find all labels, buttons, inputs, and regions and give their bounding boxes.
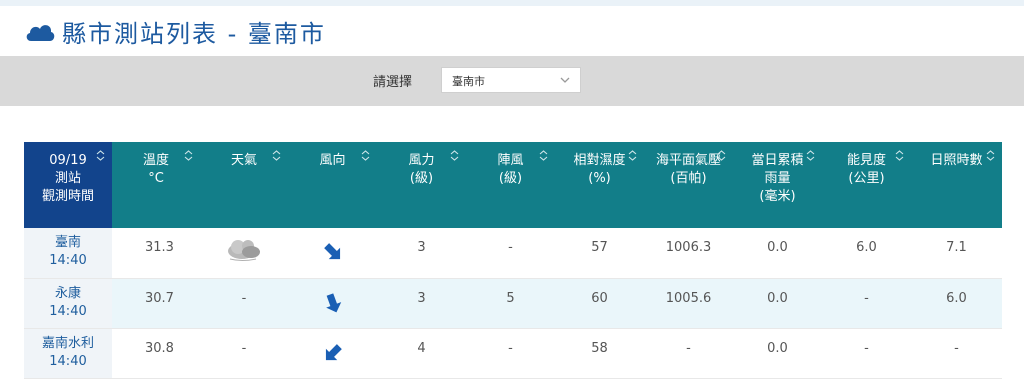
sort-icon[interactable] <box>272 150 281 161</box>
weather-cell: - <box>200 328 288 379</box>
observation-time: 14:40 <box>49 253 87 268</box>
visibility-cell: 6.0 <box>822 228 911 279</box>
weather-cell <box>200 228 288 279</box>
header-pressure[interactable]: 海平面氣壓 (百帕) <box>644 142 733 228</box>
station-name-link[interactable]: 永康 <box>25 285 111 303</box>
weather-cell: - <box>200 278 288 329</box>
header-label-line: (級) <box>409 171 434 186</box>
gust-cell: 5 <box>466 278 555 329</box>
wind-direction-cell <box>288 228 377 279</box>
cloudy-icon <box>228 240 260 261</box>
pressure-cell: - <box>644 328 733 379</box>
table-row: 嘉南水利 14:40 30.8-4-58-0.0- - <box>24 328 1002 379</box>
table-row: 永康 14:40 30.7-3 5 60 1005.6 0.0-6.0 <box>24 278 1002 329</box>
sort-icon[interactable] <box>628 150 637 161</box>
page-title: 縣市測站列表 - 臺南市 <box>62 20 326 48</box>
header-row: 09/19 測站 觀測時間 溫度 °C 天氣 風向 風力 (級) 陣風 (級) 相對濕度(… <box>24 142 1002 228</box>
pressure-cell: 1005.6 <box>644 278 733 329</box>
wind-force-cell: 3 <box>377 278 466 329</box>
cloud-icon <box>26 25 55 41</box>
temperature-cell: 31.3 <box>112 228 200 279</box>
sort-icon[interactable] <box>184 150 193 161</box>
sort-icon[interactable] <box>895 150 904 161</box>
wind-force-cell: 4 <box>377 328 466 379</box>
sort-icon[interactable] <box>539 150 548 161</box>
sunshine-cell: - <box>911 328 1002 379</box>
gust-cell: - <box>466 328 555 379</box>
header-rainfall[interactable]: 當日累積 雨量 (毫米) <box>733 142 822 228</box>
header-label-line: (%) <box>588 171 611 186</box>
temperature-cell: 30.7 <box>112 278 200 329</box>
header-label-line: (級) <box>498 171 523 186</box>
county-select[interactable]: 臺南市 <box>441 67 581 93</box>
sunshine-cell: 7.1 <box>911 228 1002 279</box>
header-label-line: 測站 <box>54 171 81 186</box>
header-label-line: (百帕) <box>670 171 707 186</box>
sort-icon[interactable] <box>986 150 995 161</box>
sort-icon[interactable] <box>450 150 459 161</box>
station-table: 09/19 測站 觀測時間 溫度 °C 天氣 風向 風力 (級) 陣風 (級) 相對濕度(… <box>24 142 1002 379</box>
gust-cell: - <box>466 228 555 279</box>
sort-icon[interactable] <box>361 150 370 161</box>
humidity-cell: 58 <box>555 328 644 379</box>
wind-arrow-icon <box>323 243 340 260</box>
wind-direction-cell <box>288 278 377 329</box>
station-name-link[interactable]: 臺南 <box>25 234 111 252</box>
observation-time: 14:40 <box>49 303 87 319</box>
wind-arrow-icon <box>325 343 342 360</box>
header-visibility[interactable]: 能見度 (公里) <box>822 142 911 228</box>
station-cell[interactable]: 永康 14:40 <box>24 278 112 329</box>
rainfall-cell: 0.0 <box>733 278 822 329</box>
header-gust[interactable]: 陣風 (級) <box>466 142 555 228</box>
sort-icon[interactable] <box>96 150 105 161</box>
wind-force-cell: 3 <box>377 228 466 279</box>
table-row: 臺南 14:40 31.3 3-57 1006.3 0.0 6.0 7.1 <box>24 228 1002 279</box>
pressure-cell: 1006.3 <box>644 228 733 279</box>
chevron-down-icon <box>560 77 570 83</box>
station-cell[interactable]: 嘉南水利 14:40 <box>24 328 112 379</box>
rainfall-cell: 0.0 <box>733 228 822 279</box>
header-sunshine[interactable]: 日照時數 <box>911 142 1002 228</box>
humidity-cell: 57 <box>555 228 644 279</box>
sort-icon[interactable] <box>717 150 726 161</box>
temperature-cell: 30.8 <box>112 328 200 379</box>
header-label-line: (公里) <box>848 171 885 186</box>
visibility-cell: - <box>822 328 911 379</box>
header-label-line: 雨量 <box>764 171 791 186</box>
header-label-line: °C <box>148 171 164 186</box>
header-humidity[interactable]: 相對濕度 (%) <box>555 142 644 228</box>
header-temp[interactable]: 溫度 °C <box>112 142 200 228</box>
header-weather[interactable]: 天氣 <box>200 142 288 228</box>
header-time[interactable]: 09/19 測站 觀測時間 <box>24 142 112 228</box>
rainfall-cell: 0.0 <box>733 328 822 379</box>
header-label-line: 觀測時間 <box>41 189 94 204</box>
visibility-cell: - <box>822 278 911 329</box>
observation-time: 14:40 <box>49 353 87 369</box>
county-select-value: 臺南市 <box>452 75 485 88</box>
header-label-line: (毫米) <box>759 189 796 204</box>
wind-arrow-icon <box>325 292 341 312</box>
title-bar: 縣市測站列表 - 臺南市 <box>0 6 1024 56</box>
selector-bar: 請選擇 臺南市 <box>0 56 1024 106</box>
station-name-link[interactable]: 嘉南水利 <box>25 335 111 353</box>
header-wind-force[interactable]: 風力 (級) <box>377 142 466 228</box>
sort-icon[interactable] <box>806 150 815 161</box>
selector-label: 請選擇 <box>373 75 413 90</box>
station-cell[interactable]: 臺南 14:40 <box>24 228 112 279</box>
sunshine-cell: 6.0 <box>911 278 1002 329</box>
humidity-cell: 60 <box>555 278 644 329</box>
header-wind-direction[interactable]: 風向 <box>288 142 377 228</box>
wind-direction-cell <box>288 328 377 379</box>
